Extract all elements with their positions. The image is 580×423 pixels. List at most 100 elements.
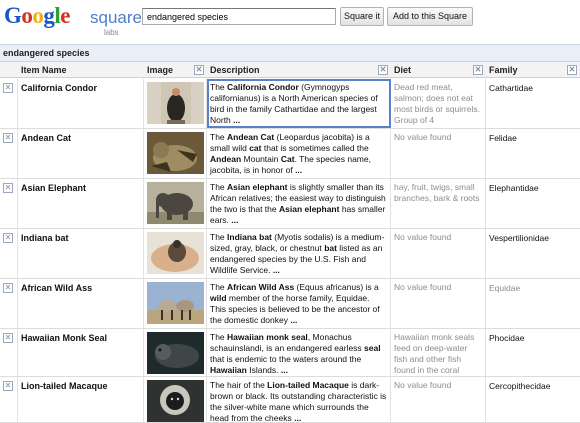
- row-remove-cell: ✕: [0, 377, 18, 422]
- description-fragment: California Condor: [227, 82, 299, 92]
- item-thumbnail[interactable]: [147, 82, 204, 124]
- remove-row-icon[interactable]: ✕: [3, 283, 13, 293]
- item-diet: Dead red meat, salmon; does not eat most…: [394, 82, 480, 125]
- item-thumbnail[interactable]: [147, 232, 204, 274]
- item-name: Lion-tailed Macaque: [21, 381, 108, 391]
- item-description: The Asian elephant is slightly smaller t…: [207, 179, 390, 228]
- family-cell[interactable]: Cathartidae: [486, 79, 580, 128]
- diet-cell[interactable]: Dead red meat, salmon; does not eat most…: [391, 79, 486, 128]
- item-diet: No value found: [394, 380, 452, 390]
- more-ellipsis[interactable]: ...: [290, 315, 297, 325]
- item-family: Vespertilionidae: [489, 233, 550, 243]
- image-cell[interactable]: [144, 279, 207, 328]
- description-fragment: The: [210, 132, 228, 142]
- remove-row-icon[interactable]: ✕: [3, 83, 13, 93]
- description-fragment: bat: [324, 243, 337, 253]
- item-thumbnail[interactable]: [147, 132, 204, 174]
- description-cell[interactable]: The Asian elephant is slightly smaller t…: [207, 179, 391, 228]
- description-fragment: Lion-tailed Macaque: [267, 380, 349, 390]
- row-remove-cell: ✕: [0, 329, 18, 376]
- diet-cell[interactable]: No value found: [391, 229, 486, 278]
- image-cell[interactable]: [144, 129, 207, 178]
- column-header-item-name: Item Name: [18, 62, 144, 78]
- description-fragment: Asian elephant: [227, 182, 288, 192]
- remove-column-image-icon[interactable]: ✕: [194, 65, 204, 75]
- header-remove-col: [0, 62, 18, 78]
- item-description: The Andean Cat (Leopardus jacobita) is a…: [207, 129, 390, 178]
- more-ellipsis[interactable]: ...: [233, 115, 240, 125]
- image-cell[interactable]: [144, 179, 207, 228]
- description-fragment: Cat: [280, 154, 295, 164]
- description-fragment: Mountain: [241, 154, 281, 164]
- item-name-cell[interactable]: Lion-tailed Macaque: [18, 377, 144, 422]
- more-ellipsis[interactable]: ...: [231, 215, 238, 225]
- logo-labs-text: labs: [104, 28, 119, 37]
- description-fragment: African Wild Ass: [227, 282, 295, 292]
- item-thumbnail[interactable]: [147, 182, 204, 224]
- item-name: California Condor: [21, 83, 97, 93]
- description-fragment: The hair of the: [210, 380, 268, 390]
- image-cell[interactable]: [144, 377, 207, 422]
- family-cell[interactable]: Equidae: [486, 279, 580, 328]
- more-ellipsis[interactable]: ...: [294, 413, 301, 422]
- more-ellipsis[interactable]: ...: [281, 365, 288, 375]
- diet-cell[interactable]: hay, fruit, twigs, small branches, bark …: [391, 179, 486, 228]
- image-cell[interactable]: [144, 329, 207, 376]
- description-fragment: cat: [249, 143, 262, 153]
- add-to-square-button[interactable]: Add to this Square: [387, 7, 473, 26]
- remove-row-icon[interactable]: ✕: [3, 233, 13, 243]
- family-cell[interactable]: Felidae: [486, 129, 580, 178]
- description-fragment: Asian elephant: [278, 204, 340, 214]
- item-name-cell[interactable]: California Condor: [18, 79, 144, 128]
- description-cell[interactable]: The Hawaiian monk seal, Monachus schauin…: [207, 329, 391, 376]
- item-thumbnail[interactable]: [147, 380, 204, 422]
- remove-column-diet-icon[interactable]: ✕: [473, 65, 483, 75]
- item-diet: Hawaiian monk seals feed on deep-water f…: [394, 332, 475, 375]
- family-cell[interactable]: Vespertilionidae: [486, 229, 580, 278]
- description-cell[interactable]: The California Condor (Gymnogyps califor…: [207, 79, 391, 128]
- item-name-cell[interactable]: Andean Cat: [18, 129, 144, 178]
- description-fragment: Islands.: [246, 365, 281, 375]
- description-fragment: The: [210, 182, 228, 192]
- diet-cell[interactable]: No value found: [391, 377, 486, 422]
- description-fragment: wild: [210, 293, 227, 303]
- diet-cell[interactable]: Hawaiian monk seals feed on deep-water f…: [391, 329, 486, 376]
- google-squared-logo[interactable]: Google squared labs: [4, 2, 151, 40]
- more-ellipsis[interactable]: ...: [295, 165, 302, 175]
- item-thumbnail[interactable]: [147, 282, 204, 324]
- description-cell[interactable]: The African Wild Ass (Equus africanus) i…: [207, 279, 391, 328]
- family-cell[interactable]: Cercopithecidae: [486, 377, 580, 422]
- description-cell[interactable]: The Andean Cat (Leopardus jacobita) is a…: [207, 129, 391, 178]
- remove-row-icon[interactable]: ✕: [3, 381, 13, 391]
- image-cell[interactable]: [144, 79, 207, 128]
- remove-row-icon[interactable]: ✕: [3, 133, 13, 143]
- description-fragment: Andean: [210, 154, 242, 164]
- search-input[interactable]: [142, 8, 336, 25]
- item-name-cell[interactable]: Indiana bat: [18, 229, 144, 278]
- table-row: ✕ Hawaiian Monk Seal The Hawaiian monk sea…: [0, 329, 580, 377]
- column-label-description: Description: [210, 65, 260, 75]
- item-name-cell[interactable]: Hawaiian Monk Seal: [18, 329, 144, 376]
- item-name: African Wild Ass: [21, 283, 93, 293]
- diet-cell[interactable]: No value found: [391, 279, 486, 328]
- item-name-cell[interactable]: Asian Elephant: [18, 179, 144, 228]
- description-cell[interactable]: The Indiana bat (Myotis sodalis) is a me…: [207, 229, 391, 278]
- remove-row-icon[interactable]: ✕: [3, 183, 13, 193]
- description-cell[interactable]: The hair of the Lion-tailed Macaque is d…: [207, 377, 391, 422]
- column-header-description: Description ✕: [207, 62, 391, 78]
- diet-cell[interactable]: No value found: [391, 129, 486, 178]
- column-label-family: Family: [489, 65, 518, 75]
- family-cell[interactable]: Elephantidae: [486, 179, 580, 228]
- item-description: The hair of the Lion-tailed Macaque is d…: [207, 377, 390, 422]
- family-cell[interactable]: Phocidae: [486, 329, 580, 376]
- image-cell[interactable]: [144, 229, 207, 278]
- item-name-cell[interactable]: African Wild Ass: [18, 279, 144, 328]
- description-fragment: that is sometimes called the: [261, 143, 369, 153]
- remove-row-icon[interactable]: ✕: [3, 333, 13, 343]
- remove-column-family-icon[interactable]: ✕: [567, 65, 577, 75]
- item-thumbnail[interactable]: [147, 332, 204, 374]
- remove-column-description-icon[interactable]: ✕: [378, 65, 388, 75]
- item-family: Cercopithecidae: [489, 381, 551, 391]
- square-it-button[interactable]: Square it: [340, 7, 384, 26]
- more-ellipsis[interactable]: ...: [273, 265, 280, 275]
